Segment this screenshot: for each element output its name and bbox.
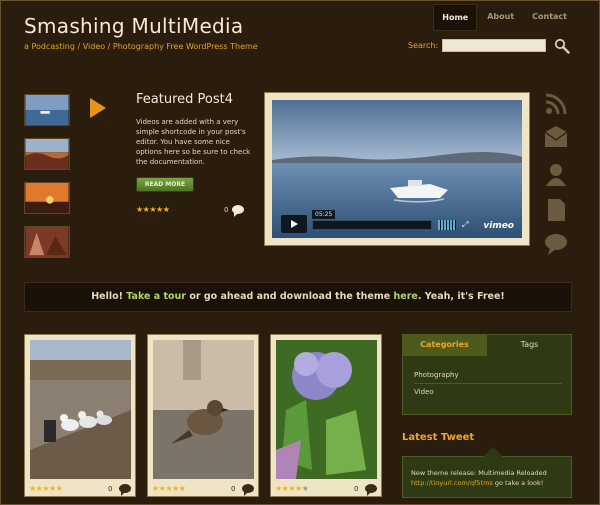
category-photography[interactable]: Photography [414, 367, 562, 384]
nav-about[interactable]: About [479, 4, 522, 31]
gallery-3-stars-empty: ★ [301, 484, 309, 493]
welcome-middle: or go ahead and download the theme [189, 291, 391, 302]
latest-tweet-box: New theme release: Multimedia Reloaded h… [402, 447, 572, 498]
featured-thumb-4[interactable] [24, 226, 70, 258]
featured-thumb-1[interactable] [24, 94, 70, 126]
search-input[interactable] [442, 39, 546, 52]
category-video[interactable]: Video [414, 384, 562, 400]
comment-icon[interactable] [544, 232, 568, 256]
vimeo-logo[interactable]: vimeo [483, 221, 514, 231]
gallery-2-rating-stars[interactable]: ★★★★★ [152, 484, 186, 493]
video-player[interactable]: 05:25 ⤢ vimeo [272, 100, 522, 238]
tab-categories[interactable]: Categories [402, 334, 487, 356]
featured-title[interactable]: Featured Post4 [136, 92, 233, 107]
gallery-image-seagulls[interactable] [30, 340, 131, 479]
site-tagline: a Podcasting / Video / Photography Free … [24, 42, 258, 51]
gallery-image-sparrow[interactable] [153, 340, 254, 479]
featured-comment-count: 0 [224, 206, 229, 214]
nav-home[interactable]: Home [433, 4, 478, 31]
category-list: Photography Video [414, 367, 562, 400]
nav-contact[interactable]: Contact [524, 4, 575, 31]
tweet-text: New theme release: Multimedia Reloaded [411, 469, 547, 477]
selected-thumb-arrow-icon [90, 98, 106, 118]
gallery-3-stars-filled: ★★★★ [275, 484, 302, 493]
video-progress-bar[interactable] [312, 220, 432, 230]
gallery-card-2[interactable]: ★★★★★ 0 [147, 334, 259, 497]
play-button[interactable] [281, 215, 307, 233]
gallery-3-comment-count: 0 [354, 485, 359, 493]
search-label: Search: [408, 41, 439, 50]
gallery-1-rating-stars[interactable]: ★★★★★ [29, 484, 63, 493]
user-icon[interactable] [544, 162, 568, 186]
featured-comment-icon[interactable] [232, 205, 244, 217]
site-title[interactable]: Smashing MultiMedia [24, 14, 243, 38]
gallery-1-comment-icon[interactable] [119, 484, 131, 496]
gallery-card-3[interactable]: ★★★★★ 0 [270, 334, 382, 497]
tweet-link[interactable]: http://tinyurl.com/qf5tms [411, 479, 493, 487]
gallery-3-comment-icon[interactable] [365, 484, 377, 496]
gallery-image-hydrangea[interactable] [276, 340, 377, 479]
tab-tags[interactable]: Tags [487, 334, 572, 356]
welcome-suffix: . Yeah, it's Free! [417, 291, 505, 302]
latest-tweet-heading: Latest Tweet [402, 432, 475, 443]
welcome-banner: Hello! Take a tour or go ahead and downl… [24, 282, 572, 312]
welcome-prefix: Hello! [91, 291, 123, 302]
featured-rating-stars[interactable]: ★★★★★ [136, 205, 170, 214]
gallery-card-1[interactable]: ★★★★★ 0 [24, 334, 136, 497]
take-a-tour-link[interactable]: Take a tour [126, 291, 186, 302]
featured-thumb-2[interactable] [24, 138, 70, 170]
tweet-suffix: go take a look! [494, 479, 544, 487]
gallery-3-rating-stars[interactable]: ★★★★★ [275, 484, 309, 493]
email-icon[interactable] [544, 126, 568, 150]
gallery-2-comment-count: 0 [231, 485, 236, 493]
rss-icon[interactable] [544, 92, 568, 116]
download-here-link[interactable]: here [394, 291, 418, 302]
featured-thumb-3[interactable] [24, 182, 70, 214]
video-scene [272, 100, 522, 238]
document-icon[interactable] [544, 198, 568, 222]
video-time: 05:25 [312, 210, 336, 219]
gallery-2-comment-icon[interactable] [242, 484, 254, 496]
volume-control[interactable] [438, 220, 456, 230]
featured-excerpt: Videos are added with a very simple shor… [136, 118, 251, 166]
search-icon[interactable] [554, 38, 570, 54]
video-player-frame: 05:25 ⤢ vimeo [264, 92, 530, 246]
gallery-1-comment-count: 0 [108, 485, 113, 493]
fullscreen-icon[interactable]: ⤢ [462, 220, 468, 230]
main-nav: Home About Contact [433, 4, 575, 31]
read-more-button[interactable]: READ MORE [136, 177, 194, 192]
